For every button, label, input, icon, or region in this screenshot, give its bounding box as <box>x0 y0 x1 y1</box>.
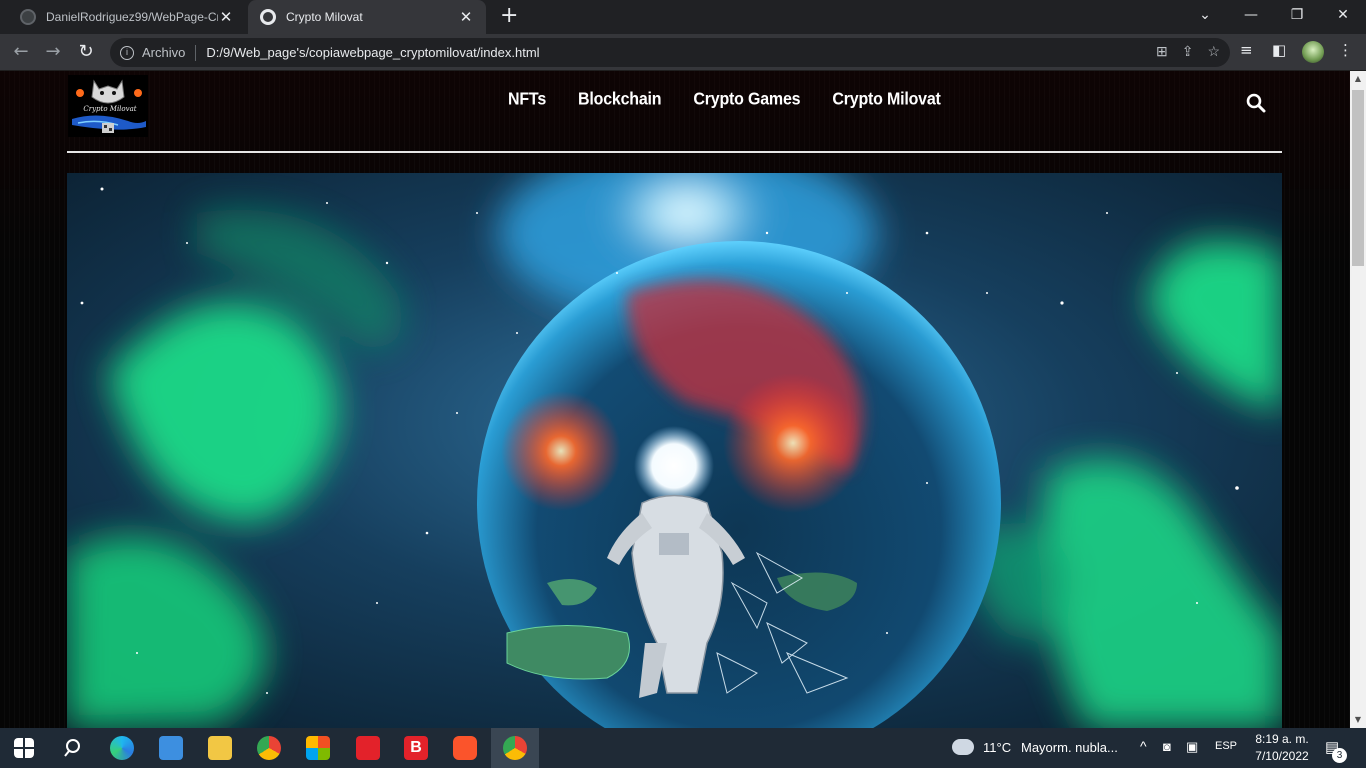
minimize-button[interactable]: — <box>1228 0 1274 30</box>
meet-now-icon[interactable]: ◙ <box>1163 739 1171 754</box>
chrome-active-icon[interactable] <box>503 736 527 760</box>
page-viewport: Crypto Milovat NFTs Blockchain Crypto Ga… <box>0 71 1350 728</box>
nav-link-crypto-games[interactable]: Crypto Games <box>693 90 800 110</box>
b-app-icon[interactable]: B <box>404 736 428 760</box>
chevron-up-icon[interactable]: ^ <box>1140 738 1147 754</box>
brave-icon[interactable] <box>453 736 477 760</box>
tab-github[interactable]: DanielRodriguez99/WebPage-Cr ✕ <box>8 0 246 34</box>
notification-count-badge: 3 <box>1332 748 1347 763</box>
globe-icon <box>260 9 276 25</box>
edge-icon[interactable] <box>110 736 134 760</box>
hero-image <box>67 173 1282 728</box>
microsoft-store-icon[interactable] <box>306 736 330 760</box>
nav-link-crypto-milovat[interactable]: Crypto Milovat <box>832 90 941 110</box>
translate-icon[interactable]: ⊞ <box>1156 43 1168 60</box>
nav-link-blockchain[interactable]: Blockchain <box>578 90 662 110</box>
logo-lettering: Crypto Milovat <box>83 105 137 113</box>
profile-avatar[interactable] <box>1302 41 1324 63</box>
weather-description[interactable]: Mayorm. nubla... <box>1021 740 1118 755</box>
back-button[interactable]: ← <box>8 40 34 66</box>
chrome-icon[interactable] <box>257 736 281 760</box>
address-separator <box>195 44 197 61</box>
media-controls-icon[interactable]: ≡ <box>1240 41 1253 59</box>
shield-app-icon[interactable] <box>356 736 380 760</box>
tab-title: Crypto Milovat <box>286 10 363 24</box>
clock-time: 8:19 a. m. <box>1255 732 1309 746</box>
scroll-down-arrow-icon[interactable]: ▼ <box>1350 712 1366 728</box>
clock-date: 7/10/2022 <box>1255 749 1309 763</box>
nav-link-nfts[interactable]: NFTs <box>508 90 546 110</box>
reload-button[interactable]: ↻ <box>73 40 99 66</box>
system-clock[interactable]: 8:19 a. m. 7/10/2022 <box>1244 731 1320 765</box>
file-scheme-label: Archivo <box>142 45 186 60</box>
tab-title: DanielRodriguez99/WebPage-Cr <box>46 10 218 24</box>
close-window-button[interactable]: ✕ <box>1320 0 1366 30</box>
tab-search-chevron-icon[interactable]: ⌄ <box>1182 0 1228 30</box>
restore-button[interactable]: ❐ <box>1274 0 1320 30</box>
search-icon[interactable] <box>1246 93 1266 113</box>
weather-temperature[interactable]: 11°C <box>983 740 1011 755</box>
omnibox-actions: ⊞ ⇪ ☆ <box>1156 43 1220 60</box>
tab-strip: DanielRodriguez99/WebPage-Cr ✕ Crypto Mi… <box>0 0 1366 34</box>
side-panel-icon[interactable]: ◧ <box>1272 41 1286 59</box>
page-scrollbar[interactable]: ▲ ▼ <box>1350 71 1366 728</box>
info-icon[interactable]: i <box>120 45 134 60</box>
share-icon[interactable]: ⇪ <box>1182 43 1194 60</box>
url-text[interactable]: D:/9/Web_page's/copiawebpage_cryptomilov… <box>206 45 539 60</box>
site-logo[interactable]: Crypto Milovat <box>68 75 148 137</box>
language-indicator[interactable]: ESP <box>1215 740 1237 752</box>
header-divider <box>67 151 1282 153</box>
search-icon[interactable] <box>62 736 86 760</box>
browser-toolbar: ← → ↻ i Archivo D:/9/Web_page's/copiaweb… <box>0 34 1366 71</box>
network-icon[interactable]: ▣ <box>1186 739 1198 755</box>
close-tab-icon[interactable]: ✕ <box>218 8 234 26</box>
forward-button[interactable]: → <box>40 40 66 66</box>
menu-kebab-icon[interactable]: ⋮ <box>1338 41 1353 59</box>
windows-start-icon[interactable] <box>14 738 34 758</box>
file-explorer-icon[interactable] <box>208 736 232 760</box>
scrollbar-thumb[interactable] <box>1352 90 1364 266</box>
github-icon <box>20 9 36 25</box>
site-navigation: NFTs Blockchain Crypto Games Crypto Milo… <box>508 90 941 110</box>
bookmark-star-icon[interactable]: ☆ <box>1207 43 1220 60</box>
new-tab-button[interactable]: + <box>500 5 518 28</box>
weather-cloud-icon[interactable] <box>952 739 974 755</box>
address-bar[interactable]: i Archivo D:/9/Web_page's/copiawebpage_c… <box>110 38 1230 67</box>
tab-crypto-milovat[interactable]: Crypto Milovat ✕ <box>248 0 486 34</box>
windows-taskbar: B 11°C Mayorm. nubla... ^ ◙ ▣ ESP 8:19 a… <box>0 728 1366 768</box>
scroll-up-arrow-icon[interactable]: ▲ <box>1350 71 1366 87</box>
mail-icon[interactable] <box>159 736 183 760</box>
close-tab-icon[interactable]: ✕ <box>458 8 474 26</box>
